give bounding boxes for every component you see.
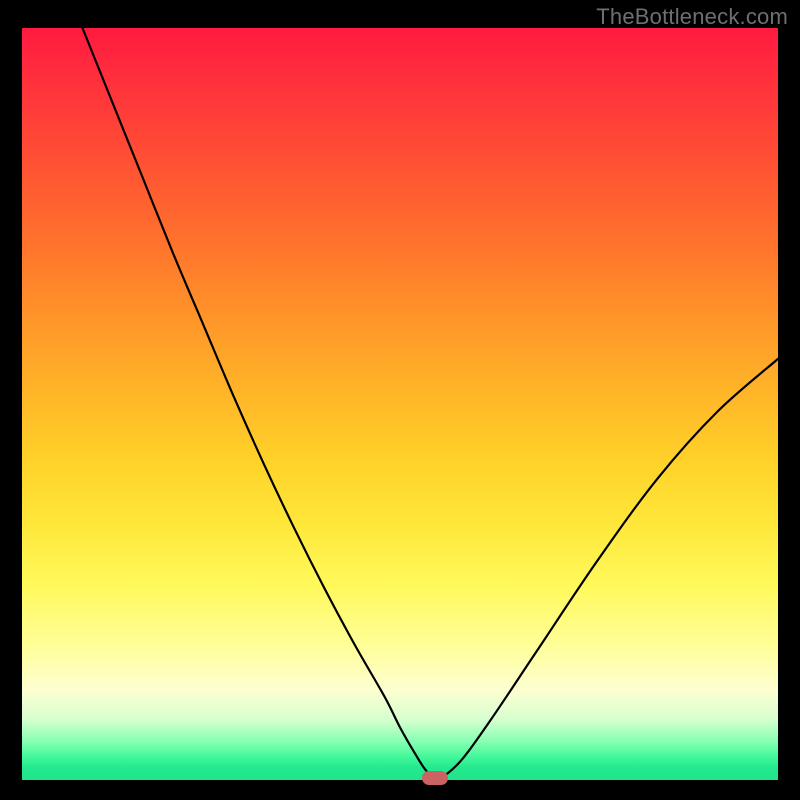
bottleneck-curve [22,28,778,780]
optimal-marker [422,771,448,785]
watermark-text: TheBottleneck.com [596,4,788,30]
chart-frame: TheBottleneck.com [0,0,800,800]
plot-area [22,28,778,780]
